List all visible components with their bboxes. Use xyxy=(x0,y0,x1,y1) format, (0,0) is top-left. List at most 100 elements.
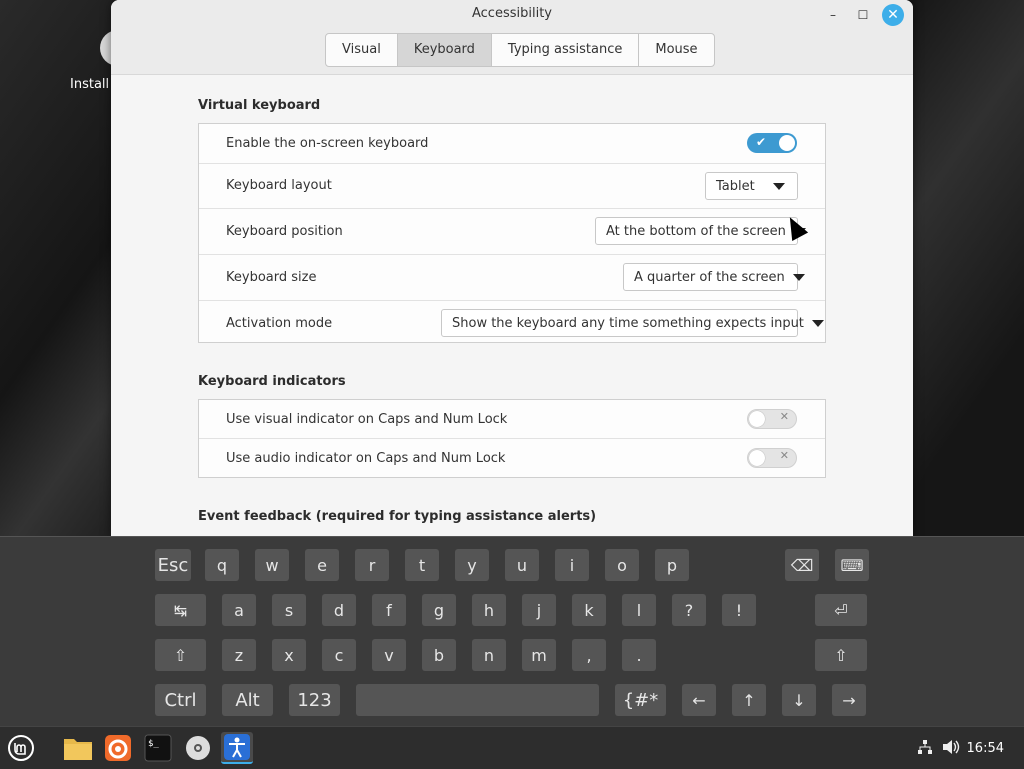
tab-typing-assistance[interactable]: Typing assistance xyxy=(492,34,640,66)
shift-left-icon[interactable]: ⇧ xyxy=(155,639,206,671)
key-comma[interactable]: , xyxy=(572,639,606,671)
accessibility-icon xyxy=(224,734,250,760)
arrow-up-icon[interactable]: ↑ xyxy=(732,684,766,716)
tab-key-icon[interactable]: ↹ xyxy=(155,594,206,626)
minimize-button[interactable]: – xyxy=(823,5,843,25)
files-launcher[interactable] xyxy=(62,732,94,764)
keyboard-size-value: A quarter of the screen xyxy=(634,269,785,285)
enable-keyboard-label: Enable the on-screen keyboard xyxy=(226,136,429,151)
backspace-icon[interactable]: ⌫ xyxy=(785,549,819,581)
arrow-left-icon[interactable]: ← xyxy=(682,684,716,716)
spacebar[interactable] xyxy=(356,684,599,716)
firefox-launcher[interactable] xyxy=(102,732,134,764)
enable-keyboard-toggle[interactable]: ✔ xyxy=(747,133,797,153)
dropdown-arrow-icon xyxy=(773,182,785,190)
keyboard-layout-select[interactable]: Tablet xyxy=(705,172,798,200)
tab-keyboard[interactable]: Keyboard xyxy=(397,34,492,66)
disc-launcher[interactable] xyxy=(182,732,214,764)
key-z[interactable]: z xyxy=(222,639,256,671)
tab-mouse[interactable]: Mouse xyxy=(639,34,713,66)
activation-mode-label: Activation mode xyxy=(226,316,333,331)
section-title-virtual-keyboard: Virtual keyboard xyxy=(198,98,321,113)
key-w[interactable]: w xyxy=(255,549,289,581)
enter-icon[interactable]: ⏎ xyxy=(815,594,867,626)
accessibility-task[interactable] xyxy=(221,732,253,764)
key-exclamation[interactable]: ! xyxy=(722,594,756,626)
on-screen-keyboard: Esc q w e r t y u i o p ⌫ ⌨ ↹ a s d f g … xyxy=(0,536,1024,727)
disc-icon xyxy=(186,736,210,760)
row-audio-indicator: Use audio indicator on Caps and Num Lock… xyxy=(199,439,825,477)
network-icon[interactable] xyxy=(917,739,933,759)
key-p[interactable]: p xyxy=(655,549,689,581)
menu-button[interactable] xyxy=(5,732,37,764)
tab-bar: Visual Keyboard Typing assistance Mouse xyxy=(325,33,715,67)
tab-visual[interactable]: Visual xyxy=(326,34,398,66)
audio-indicator-label: Use audio indicator on Caps and Num Lock xyxy=(226,451,506,466)
accessibility-window: Accessibility – ☐ ✕ Visual Keyboard Typi… xyxy=(111,0,913,536)
key-a[interactable]: a xyxy=(222,594,256,626)
keyboard-hide-icon[interactable]: ⌨ xyxy=(835,549,869,581)
key-h[interactable]: h xyxy=(472,594,506,626)
svg-text:$_: $_ xyxy=(148,739,159,749)
arrow-right-icon[interactable]: → xyxy=(832,684,866,716)
key-symbols[interactable]: {#* xyxy=(615,684,666,716)
key-e[interactable]: e xyxy=(305,549,339,581)
x-icon: ✕ xyxy=(779,410,789,423)
keyboard-size-label: Keyboard size xyxy=(226,270,317,285)
key-b[interactable]: b xyxy=(422,639,456,671)
keyboard-position-select[interactable]: At the bottom of the screen xyxy=(595,217,806,245)
key-alt[interactable]: Alt xyxy=(222,684,273,716)
key-123[interactable]: 123 xyxy=(289,684,340,716)
mint-logo-icon xyxy=(8,735,34,761)
shift-right-icon[interactable]: ⇧ xyxy=(815,639,867,671)
row-keyboard-layout: Keyboard layout Tablet xyxy=(199,164,825,209)
toggle-knob xyxy=(749,450,765,466)
key-t[interactable]: t xyxy=(405,549,439,581)
terminal-launcher[interactable]: $_ xyxy=(142,732,174,764)
terminal-icon: $_ xyxy=(144,734,172,762)
key-l[interactable]: l xyxy=(622,594,656,626)
key-ctrl[interactable]: Ctrl xyxy=(155,684,206,716)
key-x[interactable]: x xyxy=(272,639,306,671)
section-title-event-feedback: Event feedback (required for typing assi… xyxy=(198,509,597,524)
desktop-icon-label[interactable]: Install xyxy=(70,77,109,92)
x-icon: ✕ xyxy=(779,449,789,462)
key-n[interactable]: n xyxy=(472,639,506,671)
volume-icon[interactable] xyxy=(942,739,960,759)
key-d[interactable]: d xyxy=(322,594,356,626)
activation-mode-select[interactable]: Show the keyboard any time something exp… xyxy=(441,309,824,337)
keyboard-size-select[interactable]: A quarter of the screen xyxy=(623,263,805,291)
key-q[interactable]: q xyxy=(205,549,239,581)
row-visual-indicator: Use visual indicator on Caps and Num Loc… xyxy=(199,400,825,439)
key-o[interactable]: o xyxy=(605,549,639,581)
key-f[interactable]: f xyxy=(372,594,406,626)
key-u[interactable]: u xyxy=(505,549,539,581)
key-r[interactable]: r xyxy=(355,549,389,581)
key-c[interactable]: c xyxy=(322,639,356,671)
key-j[interactable]: j xyxy=(522,594,556,626)
visual-indicator-toggle[interactable]: ✕ xyxy=(747,409,797,429)
key-s[interactable]: s xyxy=(272,594,306,626)
activation-mode-value: Show the keyboard any time something exp… xyxy=(452,315,804,331)
audio-indicator-toggle[interactable]: ✕ xyxy=(747,448,797,468)
key-m[interactable]: m xyxy=(522,639,556,671)
close-button[interactable]: ✕ xyxy=(882,4,904,26)
row-enable-keyboard: Enable the on-screen keyboard ✔ xyxy=(199,124,825,164)
maximize-button[interactable]: ☐ xyxy=(853,5,873,25)
key-g[interactable]: g xyxy=(422,594,456,626)
key-question[interactable]: ? xyxy=(672,594,706,626)
keyboard-indicators-group: Use visual indicator on Caps and Num Loc… xyxy=(198,399,826,478)
check-icon: ✔ xyxy=(756,135,767,149)
settings-content[interactable]: Virtual keyboard Enable the on-screen ke… xyxy=(111,75,913,536)
key-k[interactable]: k xyxy=(572,594,606,626)
key-esc[interactable]: Esc xyxy=(155,549,191,581)
volume-icon-graphic xyxy=(943,740,960,754)
key-v[interactable]: v xyxy=(372,639,406,671)
window-title: Accessibility xyxy=(472,6,552,21)
arrow-down-icon[interactable]: ↓ xyxy=(782,684,816,716)
key-i[interactable]: i xyxy=(555,549,589,581)
folder-icon xyxy=(64,739,92,760)
clock[interactable]: 16:54 xyxy=(967,741,1004,756)
key-y[interactable]: y xyxy=(455,549,489,581)
key-period[interactable]: . xyxy=(622,639,656,671)
